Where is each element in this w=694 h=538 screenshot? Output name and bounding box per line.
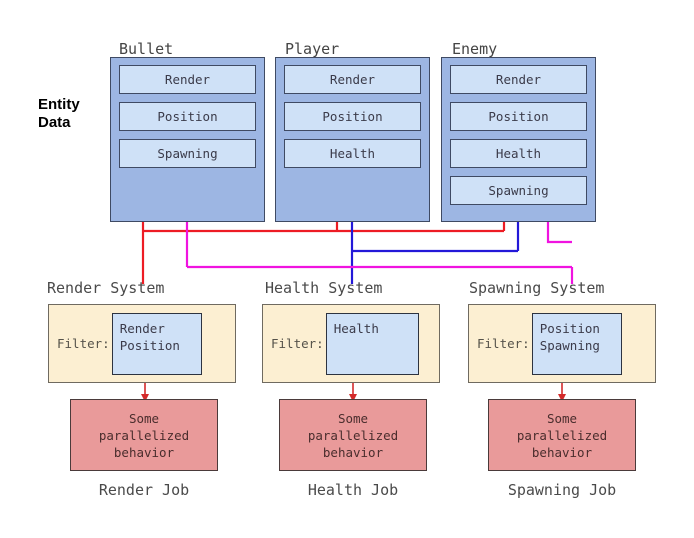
job-title-render: Render Job bbox=[98, 481, 190, 499]
component-player-position[interactable]: Position bbox=[284, 102, 421, 131]
entity-box-player[interactable]: Render Position Health bbox=[275, 57, 430, 222]
filter-label-spawning: Filter: bbox=[477, 336, 530, 351]
spawning-system-wire bbox=[185, 222, 574, 284]
component-enemy-spawning[interactable]: Spawning bbox=[450, 176, 587, 205]
job-box-health[interactable]: Some parallelized behavior bbox=[279, 399, 427, 471]
entity-data-label-line1: Entity bbox=[38, 96, 80, 113]
component-bullet-position[interactable]: Position bbox=[119, 102, 256, 131]
entity-data-label: Entity Data bbox=[38, 96, 110, 132]
entity-box-bullet[interactable]: Render Position Spawning bbox=[110, 57, 265, 222]
system-box-health[interactable]: Filter: Health bbox=[262, 304, 440, 383]
filter-components-health[interactable]: Health bbox=[325, 312, 419, 375]
entity-data-label-line2: Data bbox=[38, 114, 71, 131]
job-title-spawning: Spawning Job bbox=[507, 481, 617, 499]
component-player-render[interactable]: Render bbox=[284, 65, 421, 94]
entity-title-player: Player bbox=[285, 40, 340, 58]
component-enemy-health[interactable]: Health bbox=[450, 139, 587, 168]
entity-title-enemy: Enemy bbox=[452, 40, 498, 58]
job-box-spawning[interactable]: Some parallelized behavior bbox=[488, 399, 636, 471]
system-title-render: Render System bbox=[47, 279, 165, 297]
ecs-diagram: Entity Data Bullet Render Position Spawn… bbox=[0, 0, 694, 538]
system-to-job-arrows bbox=[141, 383, 566, 402]
health-system-wire bbox=[350, 222, 520, 284]
component-bullet-render[interactable]: Render bbox=[119, 65, 256, 94]
entity-box-enemy[interactable]: Render Position Health Spawning bbox=[441, 57, 596, 222]
component-player-health[interactable]: Health bbox=[284, 139, 421, 168]
component-enemy-position[interactable]: Position bbox=[450, 102, 587, 131]
system-title-spawning: Spawning System bbox=[469, 279, 605, 297]
component-enemy-render[interactable]: Render bbox=[450, 65, 587, 94]
component-bullet-spawning[interactable]: Spawning bbox=[119, 139, 256, 168]
render-system-wire bbox=[141, 222, 506, 284]
filter-components-spawning[interactable]: Position Spawning bbox=[531, 312, 622, 375]
filter-components-render[interactable]: Render Position bbox=[111, 312, 202, 375]
filter-label-render: Filter: bbox=[57, 336, 110, 351]
system-box-render[interactable]: Filter: Render Position bbox=[48, 304, 236, 383]
system-title-health: Health System bbox=[265, 279, 383, 297]
system-box-spawning[interactable]: Filter: Position Spawning bbox=[468, 304, 656, 383]
entity-title-bullet: Bullet bbox=[119, 40, 174, 58]
filter-label-health: Filter: bbox=[271, 336, 324, 351]
job-box-render[interactable]: Some parallelized behavior bbox=[70, 399, 218, 471]
job-title-health: Health Job bbox=[307, 481, 399, 499]
